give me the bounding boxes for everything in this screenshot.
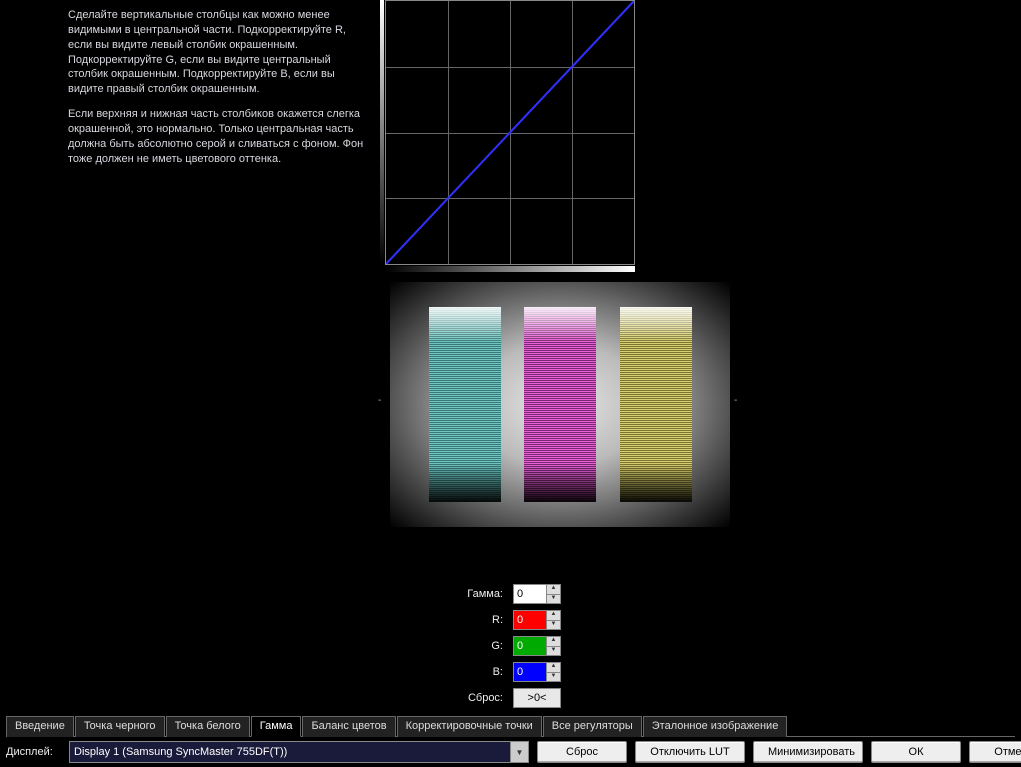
bottom-bar: Дисплей: ▼ Сброс Отключить LUT Минимизир… xyxy=(6,741,1015,763)
g-input[interactable] xyxy=(513,636,547,656)
gradient-vertical xyxy=(380,0,384,265)
gamma-input[interactable] xyxy=(513,584,547,604)
g-spin-down[interactable]: ▼ xyxy=(547,646,561,657)
tab-reference[interactable]: Эталонное изображение xyxy=(643,716,788,737)
tab-whitepoint[interactable]: Точка белого xyxy=(166,716,250,737)
r-input[interactable] xyxy=(513,610,547,630)
reset-zero-button[interactable]: >0< xyxy=(513,688,561,708)
pattern-tick-right: - xyxy=(734,395,737,406)
r-spin-up[interactable]: ▲ xyxy=(547,610,561,620)
gamma-curve-svg xyxy=(386,1,634,264)
g-label: G: xyxy=(455,640,513,652)
test-pattern xyxy=(390,282,730,527)
pattern-tick-left: - xyxy=(378,395,381,406)
test-bar-g xyxy=(524,307,596,502)
gamma-label: Гамма: xyxy=(455,588,513,600)
ok-button[interactable]: ОК xyxy=(871,741,961,763)
instructions-para2: Если верхняя и нижная часть столбиков ок… xyxy=(68,107,373,166)
gamma-graph[interactable] xyxy=(385,0,635,265)
tab-colorbalance[interactable]: Баланс цветов xyxy=(302,716,395,737)
tab-blackpoint[interactable]: Точка черного xyxy=(75,716,165,737)
minimize-button[interactable]: Минимизировать xyxy=(753,741,863,763)
display-select[interactable] xyxy=(69,741,511,763)
gamma-controls: Гамма: ▲ ▼ R: ▲ ▼ G: ▲ ▼ B: xyxy=(455,584,561,708)
test-bar-r xyxy=(429,307,501,502)
b-spin-down[interactable]: ▼ xyxy=(547,672,561,683)
r-spin-down[interactable]: ▼ xyxy=(547,620,561,631)
r-label: R: xyxy=(455,614,513,626)
instructions-text: Сделайте вертикальные столбцы как можно … xyxy=(68,8,373,176)
tab-intro[interactable]: Введение xyxy=(6,716,74,737)
tab-gamma[interactable]: Гамма xyxy=(251,716,302,737)
display-label: Дисплей: xyxy=(6,746,61,758)
b-label: B: xyxy=(455,666,513,678)
gamma-graph-wrap xyxy=(385,0,637,272)
display-dropdown-icon[interactable]: ▼ xyxy=(511,741,529,763)
reset-button[interactable]: Сброс xyxy=(537,741,627,763)
gradient-horizontal xyxy=(385,266,635,272)
g-spin-up[interactable]: ▲ xyxy=(547,636,561,646)
gamma-spin-down[interactable]: ▼ xyxy=(547,594,561,605)
cancel-button[interactable]: Отмена xyxy=(969,741,1021,763)
gamma-spin-up[interactable]: ▲ xyxy=(547,584,561,594)
instructions-para1: Сделайте вертикальные столбцы как можно … xyxy=(68,8,373,97)
test-bar-b xyxy=(620,307,692,502)
tab-allcontrols[interactable]: Все регуляторы xyxy=(543,716,642,737)
tab-bar: Введение Точка черного Точка белого Гамм… xyxy=(6,715,1015,737)
b-spin-up[interactable]: ▲ xyxy=(547,662,561,672)
b-input[interactable] xyxy=(513,662,547,682)
reset-label: Сброс: xyxy=(455,692,513,704)
tab-adjustpoints[interactable]: Корректировочные точки xyxy=(397,716,542,737)
disable-lut-button[interactable]: Отключить LUT xyxy=(635,741,745,763)
